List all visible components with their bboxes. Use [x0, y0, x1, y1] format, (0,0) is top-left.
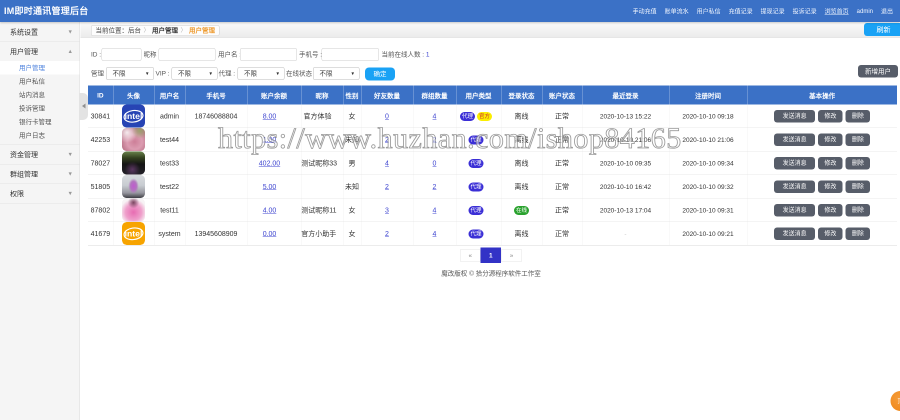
svg-text:intel: intel [125, 229, 143, 239]
svg-text:intel: intel [125, 111, 143, 121]
